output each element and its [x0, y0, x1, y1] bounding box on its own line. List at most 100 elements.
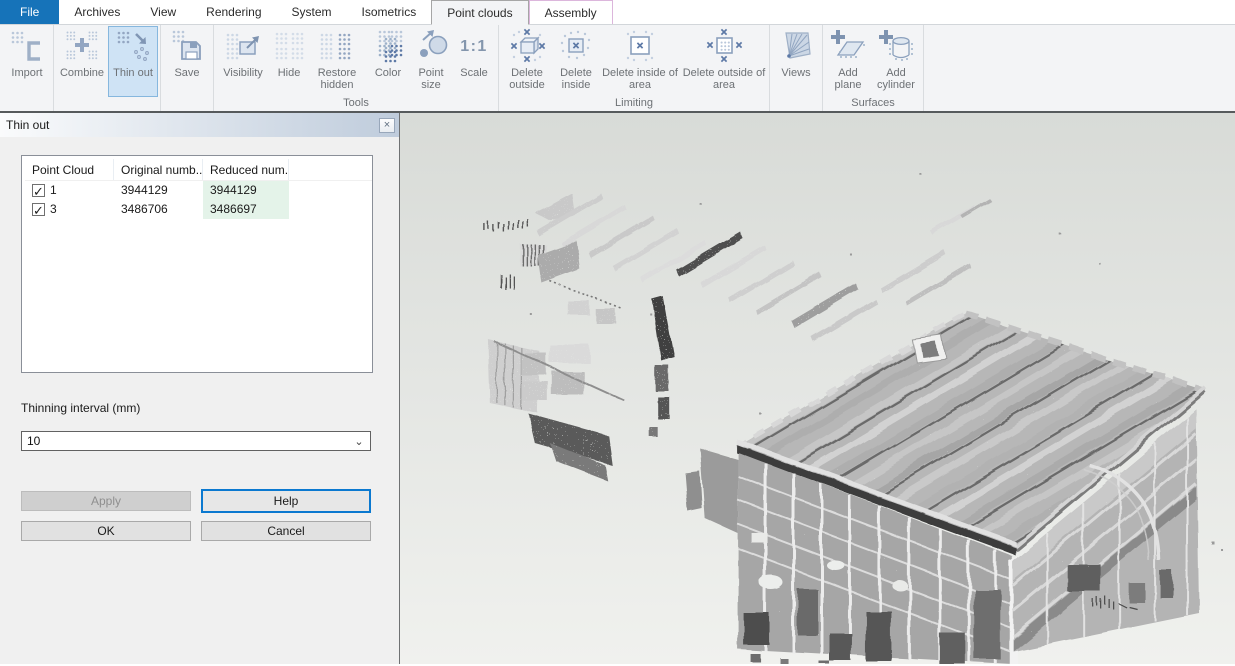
delete-outside-icon [507, 28, 547, 67]
delete-outside-area-button[interactable]: Delete outside of area [681, 26, 767, 97]
delete-outside-area-label: Delete outside of area [682, 67, 766, 91]
group-label [162, 97, 212, 111]
ribbon-body: Import [0, 25, 1235, 111]
save-icon [167, 28, 207, 67]
original-number-cell: 3944129 [114, 181, 203, 200]
delete-inside-area-icon [620, 28, 660, 67]
ribbon-group-surfaces: Add plane [823, 25, 924, 111]
col-original-number: Original numb... [114, 159, 203, 180]
delete-inside-area-button[interactable]: Delete inside of area [599, 26, 681, 97]
cancel-button[interactable]: Cancel [201, 521, 371, 541]
hide-icon [269, 28, 309, 67]
import-label: Import [11, 67, 42, 79]
scale-button[interactable]: 1:1 Scale [452, 26, 496, 97]
dialog-title: Thin out [6, 118, 379, 132]
thinning-interval-label: Thinning interval (mm) [21, 401, 140, 415]
tab-isometrics[interactable]: Isometrics [347, 0, 432, 24]
hide-label: Hide [278, 67, 301, 79]
views-button[interactable]: Views [772, 26, 820, 97]
apply-button[interactable]: Apply [21, 491, 191, 511]
save-button[interactable]: Save [163, 26, 211, 97]
thin-out-icon [113, 28, 153, 67]
row-checkbox[interactable] [32, 203, 45, 216]
group-label [771, 97, 821, 111]
table-row[interactable]: 1 3944129 3944129 [25, 181, 372, 200]
point-cloud-name: 1 [50, 181, 57, 200]
svg-text:1:1: 1:1 [460, 38, 488, 55]
interval-value: 10 [22, 434, 348, 448]
add-plane-label: Add plane [826, 67, 870, 91]
tab-point-clouds[interactable]: Point clouds [431, 0, 528, 25]
ribbon-group-limiting: Delete outside [499, 25, 770, 111]
ribbon-group-import: Import [1, 25, 54, 111]
delete-outside-area-icon [704, 28, 744, 67]
visibility-button[interactable]: Visibility [216, 26, 270, 97]
tab-view[interactable]: View [135, 0, 191, 24]
ribbon-group-tools: Visibility Hide [214, 25, 499, 111]
reduced-number-cell: 3944129 [203, 181, 289, 200]
hide-button[interactable]: Hide [270, 26, 308, 97]
point-cloud-render [400, 113, 1235, 664]
views-label: Views [781, 67, 810, 79]
col-reduced-number: Reduced num... [203, 159, 289, 180]
scale-label: Scale [460, 67, 488, 79]
col-point-cloud: Point Cloud [25, 159, 114, 180]
add-cylinder-icon [876, 28, 916, 67]
color-icon [368, 28, 408, 67]
help-button[interactable]: Help [201, 489, 371, 513]
group-label-limiting: Limiting [500, 97, 768, 111]
group-label [2, 97, 52, 111]
add-cylinder-button[interactable]: Add cylinder [871, 26, 921, 97]
table-row[interactable]: 3 3486706 3486697 [25, 200, 372, 219]
ribbon-group-save: Save [161, 25, 214, 111]
restore-hidden-icon [317, 28, 357, 67]
delete-inside-icon [556, 28, 596, 67]
point-cloud-name: 3 [50, 200, 57, 219]
add-plane-button[interactable]: Add plane [825, 26, 871, 97]
tab-rendering[interactable]: Rendering [191, 0, 276, 24]
thin-out-label: Thin out [113, 67, 153, 79]
tab-system[interactable]: System [277, 0, 347, 24]
restore-hidden-label: Restore hidden [309, 67, 365, 91]
delete-inside-label: Delete inside [554, 67, 598, 91]
one-to-one-scale-icon: 1:1 [454, 28, 494, 67]
ribbon-group-views: Views [770, 25, 823, 111]
save-label: Save [174, 67, 199, 79]
ok-button[interactable]: OK [21, 521, 191, 541]
point-cloud-table[interactable]: Point Cloud Original numb... Reduced num… [21, 155, 373, 373]
import-icon [7, 28, 47, 67]
tab-archives[interactable]: Archives [59, 0, 135, 24]
tab-file[interactable]: File [0, 0, 59, 24]
visibility-label: Visibility [223, 67, 263, 79]
point-size-label: Point size [411, 67, 451, 91]
delete-outside-label: Delete outside [502, 67, 552, 91]
visibility-icon [223, 28, 263, 67]
dialog-title-bar: Thin out × [0, 113, 399, 137]
add-cylinder-label: Add cylinder [872, 67, 920, 91]
row-checkbox[interactable] [32, 184, 45, 197]
combine-icon [62, 28, 102, 67]
group-label-surfaces: Surfaces [824, 97, 922, 111]
restore-hidden-button[interactable]: Restore hidden [308, 26, 366, 97]
ribbon-group-combine-thin: Combine T [54, 25, 161, 111]
group-label-tools: Tools [215, 97, 497, 111]
chevron-down-icon: ⌄ [348, 435, 370, 448]
color-label: Color [375, 67, 401, 79]
delete-inside-button[interactable]: Delete inside [553, 26, 599, 97]
tab-assembly[interactable]: Assembly [529, 0, 613, 24]
import-button[interactable]: Import [3, 26, 51, 97]
combine-label: Combine [60, 67, 104, 79]
original-number-cell: 3486706 [114, 200, 203, 219]
viewport-3d-point-cloud[interactable] [399, 113, 1235, 664]
delete-outside-button[interactable]: Delete outside [501, 26, 553, 97]
point-size-button[interactable]: Point size [410, 26, 452, 97]
thin-out-button[interactable]: Thin out [108, 26, 158, 97]
reduced-number-cell: 3486697 [203, 200, 289, 219]
color-button[interactable]: Color [366, 26, 410, 97]
close-icon[interactable]: × [379, 118, 395, 133]
ribbon: File Archives View Rendering System Isom… [0, 0, 1235, 113]
thinning-interval-select[interactable]: 10 ⌄ [21, 431, 371, 451]
combine-button[interactable]: Combine [56, 26, 108, 97]
col-empty [289, 159, 372, 180]
ribbon-tab-row: File Archives View Rendering System Isom… [0, 0, 1235, 25]
